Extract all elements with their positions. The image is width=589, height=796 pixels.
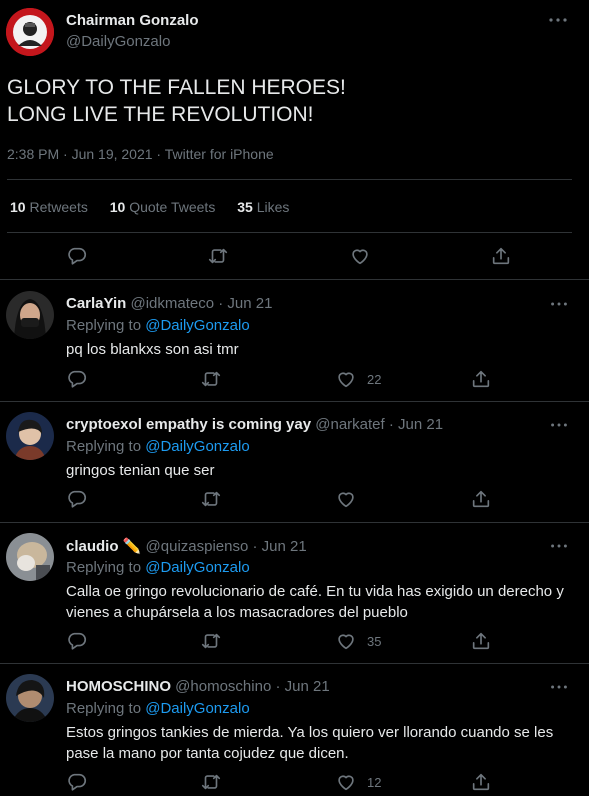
reply-date[interactable]: Jun 21 [398, 416, 443, 433]
replying-to: Replying to @DailyGonzalo [66, 317, 250, 334]
reply-text: pq los blankxs son asi tmr [66, 341, 239, 358]
share-icon[interactable] [470, 771, 492, 793]
separator: · [275, 678, 281, 695]
replying-to: Replying to @DailyGonzalo [66, 438, 250, 455]
retweet-icon[interactable] [200, 368, 222, 390]
like-count: 12 [367, 775, 382, 790]
more-icon[interactable] [548, 676, 570, 698]
retweets-stat[interactable]: 10 Retweets [10, 199, 88, 215]
author-handle[interactable]: @homoschino [175, 678, 271, 695]
reply-header: CarlaYin @idkmateco · Jun 21 [66, 295, 272, 312]
mention-link[interactable]: @DailyGonzalo [145, 317, 249, 334]
author-handle[interactable]: @narkatef [315, 416, 384, 433]
author-handle[interactable]: @DailyGonzalo [66, 33, 170, 50]
author-name[interactable]: Chairman Gonzalo [66, 12, 199, 29]
likes-stat[interactable]: 35 Likes [237, 199, 289, 215]
avatar[interactable] [6, 412, 54, 460]
tweet-meta[interactable]: 2:38 PM · Jun 19, 2021 · Twitter for iPh… [7, 146, 274, 162]
reply-icon[interactable] [66, 245, 88, 267]
separator: · [252, 538, 258, 555]
share-icon[interactable] [490, 245, 512, 267]
author-handle[interactable]: @quizaspienso [146, 538, 249, 555]
author-name[interactable]: claudio ✏️ [66, 538, 141, 555]
reply-date[interactable]: Jun 21 [285, 678, 330, 695]
mention-link[interactable]: @DailyGonzalo [145, 700, 249, 717]
reply-date[interactable]: Jun 21 [262, 538, 307, 555]
share-icon[interactable] [470, 368, 492, 390]
avatar[interactable] [6, 533, 54, 581]
like-icon[interactable] [335, 488, 357, 510]
avatar[interactable] [6, 291, 54, 339]
reply-header: claudio ✏️ @quizaspienso · Jun 21 [66, 537, 307, 555]
main-tweet: Chairman Gonzalo @DailyGonzalo GLORY TO … [0, 0, 589, 279]
like-icon[interactable] [335, 771, 357, 793]
reply-date[interactable]: Jun 21 [227, 295, 272, 312]
reply-icon[interactable] [66, 630, 88, 652]
share-icon[interactable] [470, 488, 492, 510]
reply-icon[interactable] [66, 368, 88, 390]
replying-to: Replying to @DailyGonzalo [66, 700, 250, 717]
separator: · [218, 295, 224, 312]
share-icon[interactable] [470, 630, 492, 652]
author-handle[interactable]: @idkmateco [130, 295, 214, 312]
tweet-text: GLORY TO THE FALLEN HEROES! LONG LIVE TH… [7, 76, 346, 126]
avatar[interactable] [6, 8, 54, 56]
reply-tweet[interactable]: claudio ✏️ @quizaspienso · Jun 21 Replyi… [0, 523, 589, 663]
reply-header: cryptoexol empathy is coming yay @narkat… [66, 416, 443, 433]
author-name[interactable]: HOMOSCHINO [66, 678, 171, 695]
reply-header: HOMOSCHINO @homoschino · Jun 21 [66, 678, 330, 695]
more-icon[interactable] [548, 414, 570, 436]
reply-tweet[interactable]: CarlaYin @idkmateco · Jun 21 Replying to… [0, 281, 589, 401]
quote-tweets-stat[interactable]: 10 Quote Tweets [110, 199, 216, 215]
author-name[interactable]: CarlaYin [66, 295, 126, 312]
retweet-icon[interactable] [207, 245, 229, 267]
author-name[interactable]: cryptoexol empathy is coming yay [66, 416, 311, 433]
reply-icon[interactable] [66, 771, 88, 793]
reply-text: gringos tenian que ser [66, 462, 215, 479]
reply-tweet[interactable]: HOMOSCHINO @homoschino · Jun 21 Replying… [0, 664, 589, 796]
like-count: 22 [367, 372, 382, 387]
divider [7, 179, 572, 180]
like-icon[interactable] [349, 245, 371, 267]
like-icon[interactable] [335, 368, 357, 390]
mention-link[interactable]: @DailyGonzalo [145, 438, 249, 455]
replying-to: Replying to @DailyGonzalo [66, 559, 250, 576]
divider [7, 232, 572, 233]
reply-icon[interactable] [66, 488, 88, 510]
retweet-icon[interactable] [200, 488, 222, 510]
retweet-icon[interactable] [200, 630, 222, 652]
retweet-icon[interactable] [200, 771, 222, 793]
separator: · [388, 416, 394, 433]
more-icon[interactable] [548, 535, 570, 557]
reply-text: Calla oe gringo revolucionario de café. … [66, 583, 564, 621]
reply-text: Estos gringos tankies de mierda. Ya los … [66, 724, 554, 762]
tweet-stats: 10 Retweets 10 Quote Tweets 35 Likes [10, 199, 307, 215]
avatar[interactable] [6, 674, 54, 722]
like-count: 35 [367, 634, 382, 649]
divider [0, 279, 589, 280]
like-icon[interactable] [335, 630, 357, 652]
mention-link[interactable]: @DailyGonzalo [145, 559, 249, 576]
more-icon[interactable] [548, 293, 570, 315]
more-icon[interactable] [546, 8, 570, 32]
reply-tweet[interactable]: cryptoexol empathy is coming yay @narkat… [0, 402, 589, 522]
